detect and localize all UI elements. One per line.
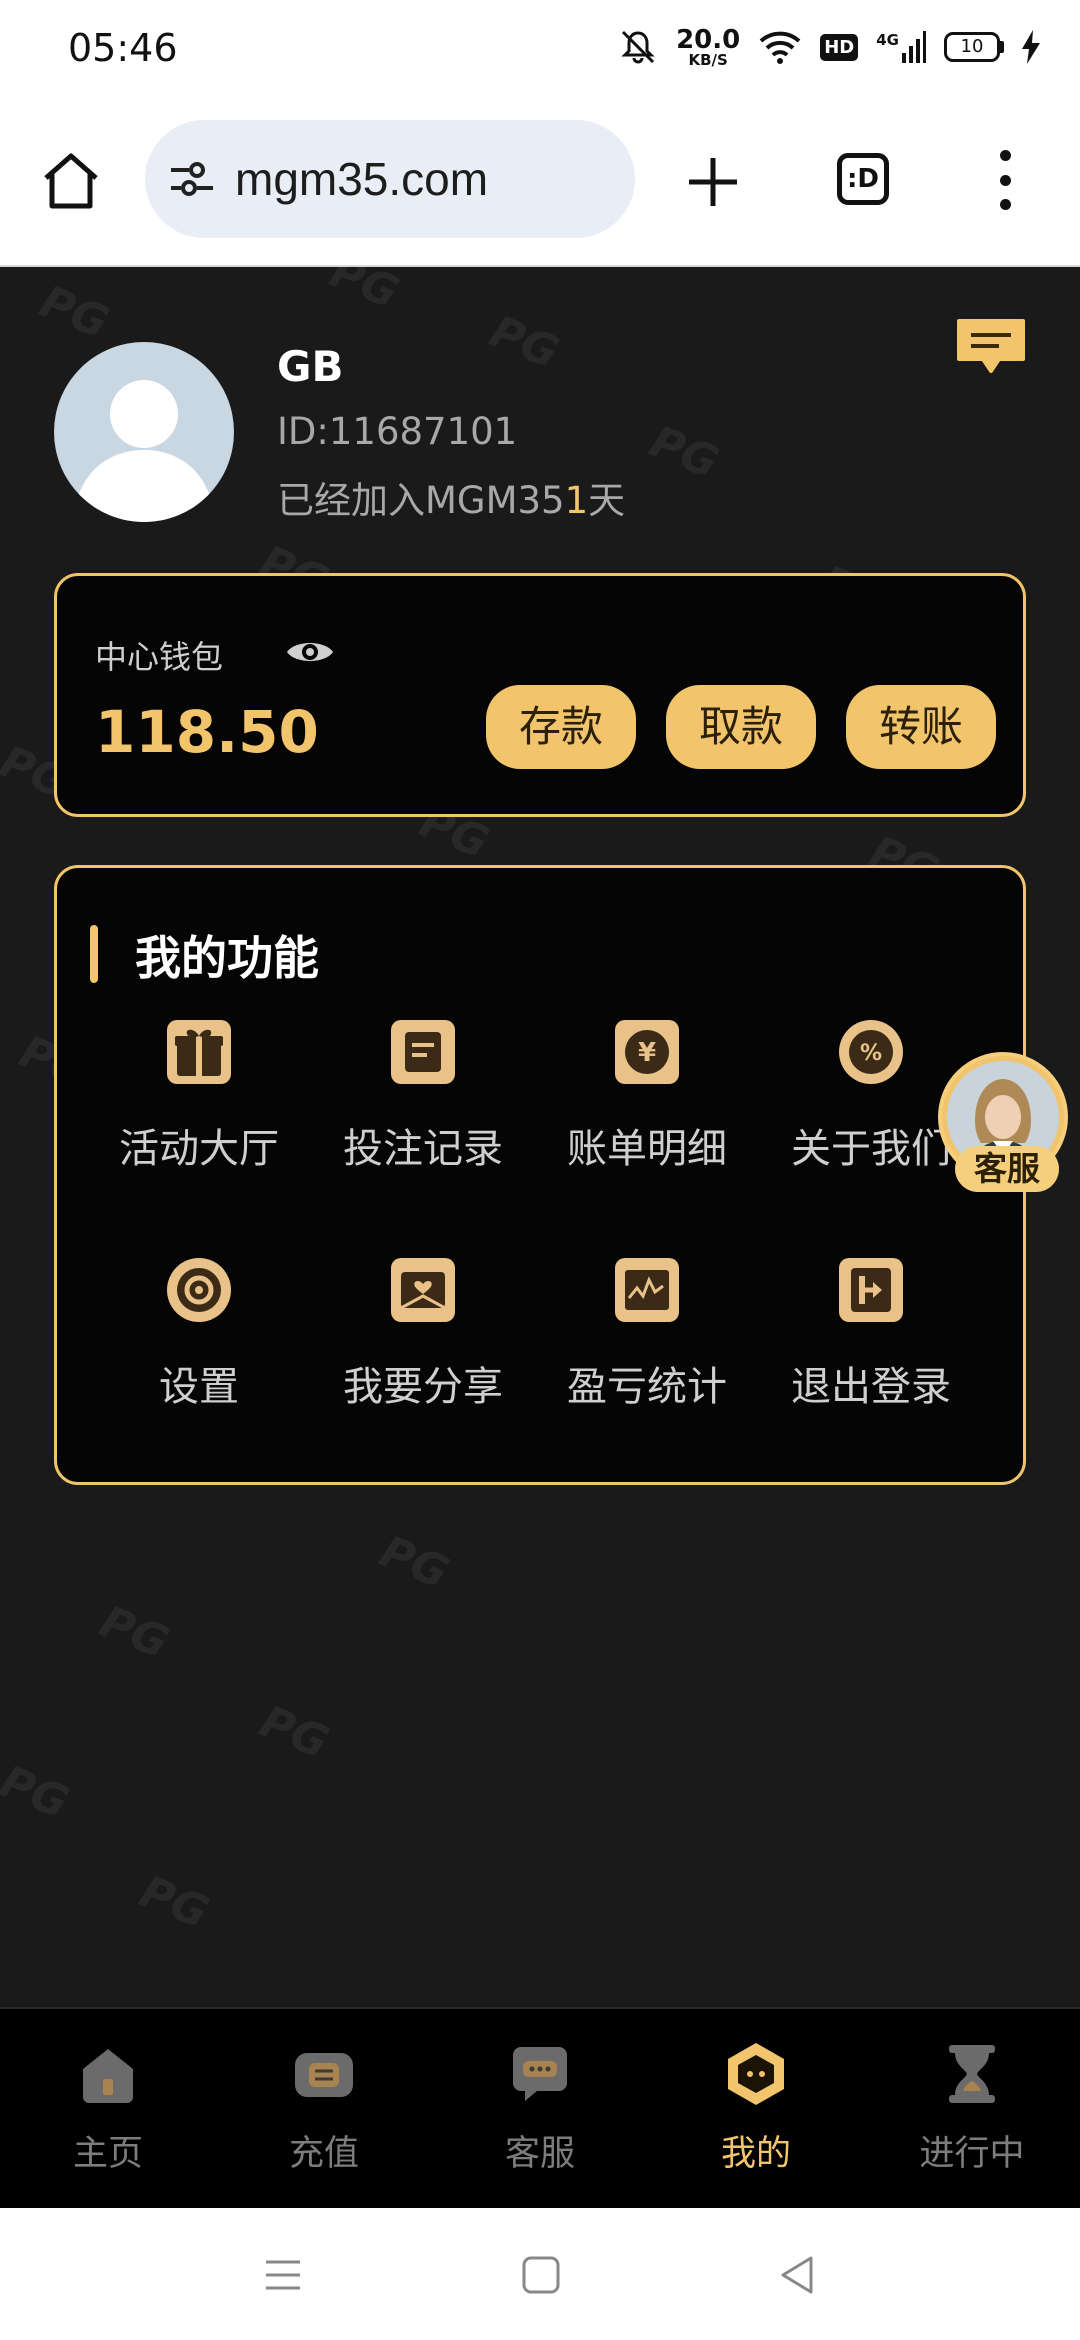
my-functions-card: 我的功能 活动大厅 投注记录 ¥ 账单明细 % 关于我们 设置 我要分享 盈亏统… [54, 865, 1026, 1485]
svg-text:¥: ¥ [638, 1038, 656, 1068]
nav-item-in-progress[interactable]: 进行中 [892, 2041, 1052, 2176]
function-label: 账单明细 [567, 1126, 727, 1172]
watermark: PG [32, 276, 116, 349]
mute-bell-icon [621, 30, 655, 64]
function-label: 盈亏统计 [567, 1364, 727, 1410]
status-icons: 20.0 KB/S HD 4G 10 [618, 22, 1040, 72]
function-logout[interactable]: 退出登录 [759, 1256, 983, 1412]
nav-label: 客服 [504, 2134, 575, 2174]
default-avatar-icon [72, 380, 216, 522]
logout-icon [839, 1258, 903, 1322]
function-profit-loss-stats[interactable]: 盈亏统计 [535, 1256, 759, 1412]
browser-toolbar: mgm35.com :D [0, 95, 1080, 267]
watermark: PG [372, 1526, 456, 1599]
url-text: mgm35.com [235, 153, 489, 205]
signal-bars-icon [902, 31, 926, 63]
nav-label: 我的 [720, 2134, 791, 2174]
function-label: 我要分享 [343, 1364, 503, 1410]
nav-item-home[interactable]: 主页 [28, 2041, 188, 2176]
home-icon [83, 2049, 133, 2103]
share-envelope-icon [391, 1258, 455, 1322]
nav-label: 充值 [288, 2134, 359, 2174]
watermark: PG [322, 267, 406, 319]
signal-indicator: 4G [876, 31, 926, 63]
wallet-card: 中心钱包 118.50 存款 取款 转账 [54, 573, 1026, 817]
home-square-icon[interactable] [520, 2254, 562, 2296]
function-label: 投注记录 [343, 1126, 503, 1172]
battery-indicator: 10 [944, 32, 1004, 62]
function-share[interactable]: 我要分享 [311, 1256, 535, 1412]
function-bill-details[interactable]: ¥ 账单明细 [535, 1018, 759, 1174]
watermark: PG [132, 1866, 216, 1939]
recents-icon[interactable] [262, 2254, 304, 2296]
withdraw-button[interactable]: 取款 [666, 685, 816, 769]
back-icon[interactable] [777, 2254, 819, 2296]
chart-icon [615, 1258, 679, 1322]
username: GB [277, 342, 344, 391]
nav-label: 主页 [72, 2134, 143, 2174]
function-label: 活动大厅 [119, 1126, 279, 1172]
svg-text:%: % [860, 1041, 882, 1066]
chat-icon [513, 2047, 567, 2101]
watermark: PG [642, 416, 726, 489]
tab-switcher-button[interactable]: :D [837, 153, 889, 205]
transfer-button[interactable]: 转账 [846, 685, 996, 769]
percent-icon: % [839, 1020, 903, 1084]
section-accent-bar [90, 925, 98, 983]
customer-service-float-button[interactable]: 客服 [938, 1052, 1068, 1192]
profile-icon [728, 2043, 784, 2105]
bottom-navigation: 主页 充值 客服 我的 进行中 [0, 2007, 1080, 2209]
wifi-icon [759, 31, 801, 64]
new-tab-icon[interactable] [683, 152, 743, 212]
browser-home-icon[interactable] [40, 150, 102, 212]
watermark: PG [482, 306, 566, 379]
hourglass-icon [949, 2045, 995, 2103]
app-content: PG PG PG PG PG PG PG PG PG PG PG PG PG P… [0, 267, 1080, 2207]
eye-icon[interactable] [285, 636, 335, 668]
status-time: 05:46 [68, 26, 178, 70]
section-title: 我的功能 [135, 931, 319, 985]
deposit-button[interactable]: 存款 [486, 685, 636, 769]
gift-icon [167, 1020, 231, 1084]
gear-icon [167, 1258, 231, 1322]
nav-item-recharge[interactable]: 充值 [244, 2041, 404, 2176]
function-bet-records[interactable]: 投注记录 [311, 1018, 535, 1174]
wallet-icon [295, 2053, 353, 2097]
function-activity-hall[interactable]: 活动大厅 [87, 1018, 311, 1174]
net-speed: 20.0 KB/S [676, 24, 741, 69]
nav-item-customer-service[interactable]: 客服 [460, 2041, 620, 2176]
bet-record-icon [391, 1020, 455, 1084]
function-label: 退出登录 [791, 1364, 951, 1410]
function-label: 设置 [159, 1364, 239, 1410]
wallet-label: 中心钱包 [95, 638, 224, 676]
nav-item-mine[interactable]: 我的 [676, 2041, 836, 2176]
status-bar: 05:46 20.0 KB/S HD 4G 10 [0, 0, 1080, 95]
system-navigation-bar [0, 2208, 1080, 2340]
watermark: PG [252, 1696, 336, 1769]
charging-icon [1022, 30, 1040, 64]
yen-coin-icon: ¥ [615, 1020, 679, 1084]
wallet-balance: 118.50 [95, 698, 319, 766]
user-id: ID:11687101 [277, 410, 518, 453]
browser-menu-icon[interactable] [990, 150, 1020, 210]
avatar[interactable] [54, 342, 234, 522]
site-settings-icon[interactable] [167, 154, 217, 204]
hd-badge: HD [820, 33, 859, 61]
address-bar[interactable]: mgm35.com [145, 120, 635, 238]
membership-duration: 已经加入MGM351天 [277, 479, 626, 522]
function-settings[interactable]: 设置 [87, 1256, 311, 1412]
nav-label: 进行中 [919, 2134, 1025, 2174]
watermark: PG [92, 1596, 176, 1669]
customer-service-label: 客服 [955, 1146, 1059, 1192]
message-icon[interactable] [955, 317, 1027, 375]
watermark: PG [0, 1756, 76, 1829]
